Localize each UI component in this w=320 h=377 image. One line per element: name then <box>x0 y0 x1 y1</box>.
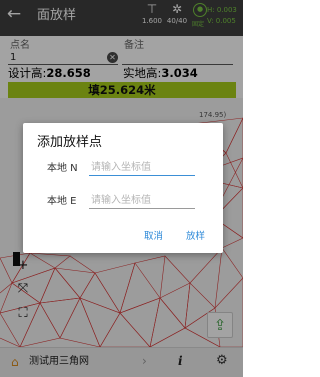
east-coordinate-input[interactable] <box>89 192 195 209</box>
cancel-button[interactable]: 取消 <box>144 231 163 243</box>
east-label: 本地 E <box>47 196 77 207</box>
add-stakeout-point-dialog: 添加放样点 本地 N 本地 E 取消 放样 <box>23 123 223 253</box>
dialog-title: 添加放样点 <box>37 135 103 150</box>
north-label: 本地 N <box>47 163 78 174</box>
stakeout-button[interactable]: 放样 <box>186 231 205 243</box>
north-coordinate-input[interactable] <box>89 159 195 176</box>
